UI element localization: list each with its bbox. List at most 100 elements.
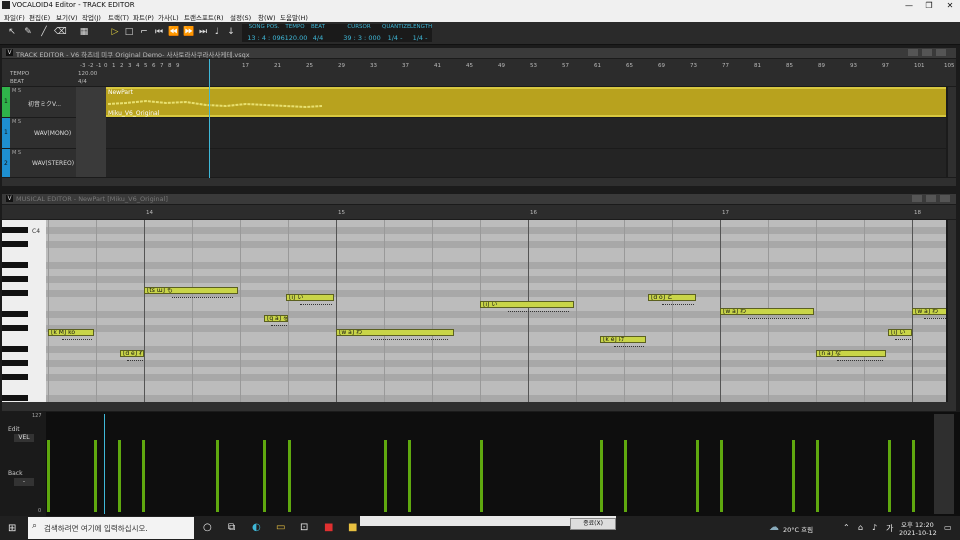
musical-editor-ruler[interactable]: 14 15 16 17 18 — [2, 205, 956, 219]
velocity-bar[interactable] — [118, 439, 121, 512]
velocity-bar[interactable] — [912, 439, 915, 512]
menu-track[interactable]: 트랙(T) — [108, 12, 129, 22]
roll-vscrollbar[interactable] — [948, 220, 956, 402]
stop-icon[interactable]: □ — [123, 26, 135, 38]
velocity-bar[interactable] — [408, 439, 411, 512]
line-tool-icon[interactable]: ╱ — [38, 26, 50, 38]
velocity-bar[interactable] — [47, 439, 50, 512]
windows-start-icon[interactable]: ⊞ — [8, 523, 16, 534]
clock-date[interactable]: 2021-10-12 — [899, 529, 937, 537]
track-name[interactable]: 初音ミクV... — [28, 99, 61, 108]
app-icon-red[interactable]: ■ — [324, 522, 333, 533]
minimize-button[interactable]: — — [902, 0, 916, 11]
maximize-button[interactable]: ❐ — [922, 0, 936, 11]
menu-part[interactable]: 파트(P) — [133, 12, 154, 22]
menu-settings[interactable]: 설정(S) — [230, 12, 251, 22]
track-header[interactable]: 1 M S WAV(MONO) — [2, 118, 77, 148]
me-close-button[interactable] — [940, 195, 950, 202]
track-row-wav-mono[interactable]: 1 M S WAV(MONO) — [2, 118, 946, 148]
velocity-bar[interactable] — [94, 439, 97, 512]
auto-scroll-icon[interactable]: ↓ — [225, 26, 237, 38]
velocity-bar[interactable] — [600, 439, 603, 512]
track-row-wav-stereo[interactable]: 2 M S WAV(STEREO) — [2, 149, 946, 177]
mute-solo-buttons[interactable]: M S — [12, 88, 21, 94]
velocity-bar[interactable] — [142, 439, 145, 512]
track-name[interactable]: WAV(MONO) — [34, 130, 71, 137]
pencil-tool-icon[interactable]: ✎ — [22, 26, 34, 38]
play-icon[interactable]: ▷ — [109, 26, 121, 38]
me-maximize-button[interactable] — [926, 195, 936, 202]
velocity-bar[interactable] — [720, 439, 723, 512]
black-key[interactable] — [2, 325, 28, 331]
me-minimize-button[interactable] — [912, 195, 922, 202]
mute-solo-buttons[interactable]: M S — [12, 150, 21, 156]
black-key[interactable] — [2, 276, 28, 282]
velocity-bar[interactable] — [792, 439, 795, 512]
taskbar-search-box[interactable]: ⌕ 검색하려면 여기에 입력하십시오. — [28, 517, 194, 539]
playback-cursor[interactable] — [209, 59, 210, 179]
close-button[interactable]: ✕ — [943, 0, 957, 11]
beat-value[interactable]: 4/4 — [310, 34, 326, 42]
rewind-start-icon[interactable]: ⏮ — [153, 26, 165, 38]
metronome-icon[interactable]: ♩ — [211, 26, 223, 38]
menu-job[interactable]: 작업(J) — [82, 12, 101, 22]
velocity-bar[interactable] — [888, 439, 891, 512]
track-editor-ruler[interactable]: TEMPO BEAT 120.00 4/4 -3 -2 -1 0 1 2 3 4 5 6 7 8 9 17… — [2, 59, 956, 86]
velocity-bar[interactable] — [696, 439, 699, 512]
track-header[interactable]: 2 M S WAV(STEREO) — [2, 149, 77, 177]
ime-icon[interactable]: 가 — [886, 523, 893, 534]
menu-window[interactable]: 창(W) — [258, 12, 275, 22]
velocity-bar[interactable] — [480, 439, 483, 512]
velocity-bar[interactable] — [216, 439, 219, 512]
black-key[interactable] — [2, 290, 28, 296]
notification-icon[interactable]: ▭ — [944, 523, 952, 532]
vocal-part[interactable]: NewPart Miku_V6_Original — [106, 87, 946, 117]
velocity-bar[interactable] — [624, 439, 627, 512]
menu-lyrics[interactable]: 가사(L) — [158, 12, 179, 22]
black-key[interactable] — [2, 311, 28, 317]
app-icon-yellow[interactable]: ■ — [348, 522, 357, 533]
menu-edit[interactable]: 편집(E) — [29, 12, 50, 22]
length-select[interactable]: 1/4 - — [410, 34, 430, 42]
arrow-tool-icon[interactable]: ↖ — [6, 26, 18, 38]
roll-hscrollbar[interactable] — [2, 402, 956, 411]
fast-forward-icon[interactable]: ⏩ — [183, 26, 195, 38]
velocity-bar[interactable] — [816, 439, 819, 512]
network-icon[interactable]: ⌂ — [858, 523, 863, 532]
velocity-bar[interactable] — [288, 439, 291, 512]
tempo-value[interactable]: 120.00 — [284, 34, 308, 42]
control-vscrollbar[interactable] — [934, 414, 954, 514]
forward-end-icon[interactable]: ⏭ — [197, 26, 209, 38]
weather-text[interactable]: 20°C 흐림 — [783, 524, 813, 534]
loop-icon[interactable]: ⌐ — [138, 26, 150, 38]
mute-solo-buttons[interactable]: M S — [12, 119, 21, 125]
piano-keyboard[interactable]: C4 — [2, 220, 46, 402]
rewind-icon[interactable]: ⏪ — [168, 26, 180, 38]
black-key[interactable] — [2, 227, 28, 233]
menu-view[interactable]: 보기(V) — [56, 12, 77, 22]
speaker-icon[interactable]: ♪ — [872, 523, 877, 532]
quantize-select[interactable]: 1/4 - — [386, 34, 404, 42]
te-maximize-button[interactable] — [922, 49, 932, 56]
task-view-icon[interactable]: ○ — [203, 522, 212, 533]
menu-transport[interactable]: 트랜스포트(R) — [184, 12, 224, 22]
store-icon[interactable]: ⊡ — [300, 522, 308, 533]
control-pane[interactable]: 127 0 Edit VEL Back - — [0, 412, 960, 516]
tray-chevron-icon[interactable]: ⌃ — [843, 523, 850, 532]
black-key[interactable] — [2, 374, 28, 380]
file-explorer-icon[interactable]: ▭ — [276, 522, 285, 533]
black-key[interactable] — [2, 360, 28, 366]
te-minimize-button[interactable] — [908, 49, 918, 56]
exit-button[interactable]: 종료(X) — [570, 518, 616, 530]
menu-file[interactable]: 파일(F) — [4, 12, 25, 22]
track-hscrollbar[interactable] — [2, 178, 956, 186]
edit-select[interactable]: VEL — [14, 434, 34, 442]
grid-tool-icon[interactable]: ▦ — [78, 26, 90, 38]
widgets-icon[interactable]: ⧉ — [228, 522, 235, 533]
velocity-bar[interactable] — [384, 439, 387, 512]
black-key[interactable] — [2, 241, 28, 247]
eraser-tool-icon[interactable]: ⌫ — [54, 26, 67, 38]
track-name[interactable]: WAV(STEREO) — [32, 160, 74, 167]
back-select[interactable]: - — [14, 478, 34, 486]
edge-browser-icon[interactable]: ◐ — [252, 522, 261, 533]
